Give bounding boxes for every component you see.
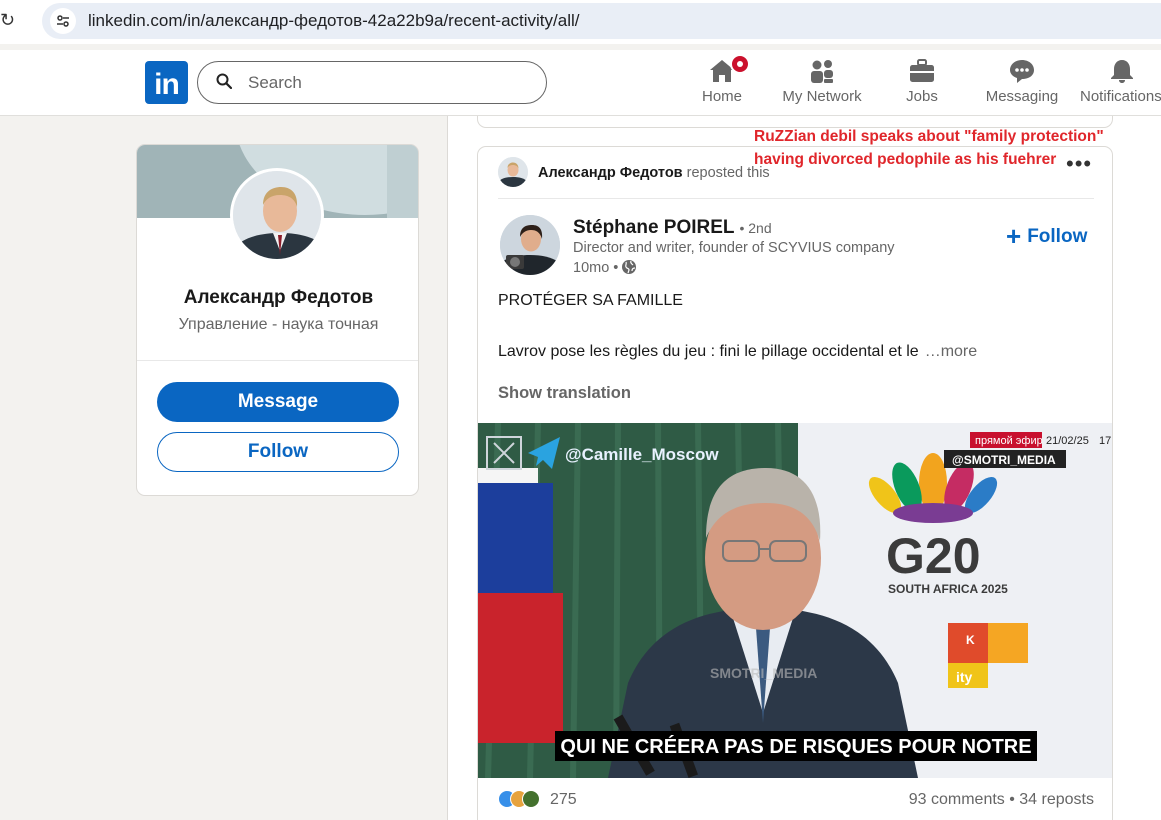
notification-badge — [730, 54, 750, 74]
message-button[interactable]: Message — [157, 382, 399, 422]
nav-label: My Network — [782, 88, 862, 105]
post-time: 10mo • — [573, 259, 637, 276]
divider — [137, 360, 418, 361]
video-subtitle: QUI NE CRÉERA PAS DE RISQUES POUR NOTRE — [560, 735, 1031, 758]
see-more-link[interactable]: …more — [925, 343, 977, 360]
briefcase-icon — [910, 59, 934, 82]
nav-messaging[interactable]: Messaging — [985, 58, 1059, 105]
comments-reposts-count[interactable]: 93 comments • 34 reposts — [909, 791, 1094, 809]
plus-icon: + — [1006, 221, 1022, 251]
nav-label: Notifications — [1080, 88, 1161, 105]
social-counts: 275 93 comments • 34 reposts — [498, 789, 1094, 811]
backdrop-subtitle: SOUTH AFRICA 2025 — [888, 582, 1008, 596]
linkedin-logo[interactable]: in — [145, 61, 188, 104]
search-input[interactable] — [248, 72, 528, 94]
top-nav: in Home My Network Jobs Messaging Notifi… — [0, 50, 1161, 116]
nav-label: Messaging — [985, 88, 1059, 105]
author-title: Director and writer, founder of SCYVIUS … — [573, 240, 895, 256]
address-bar[interactable]: linkedin.com/in/александр-федотов-42a22b… — [42, 3, 1161, 39]
profile-name[interactable]: Александр Федотов — [137, 287, 418, 309]
profile-card: Александр Федотов Управление - наука точ… — [136, 144, 419, 496]
url-text[interactable]: linkedin.com/in/александр-федотов-42a22b… — [88, 11, 580, 31]
show-translation-button[interactable]: Show translation — [498, 384, 631, 403]
annotation-line: having divorced pedophile as his fuehrer — [754, 151, 1057, 168]
avatar[interactable] — [498, 157, 528, 187]
feed-post: Александр Федотов reposted this ••• Stép… — [477, 146, 1113, 820]
nav-label: Jobs — [906, 88, 938, 105]
celebrate-reaction-icon — [522, 790, 540, 808]
post-video[interactable]: G20 SOUTH AFRICA 2025 K ity @Camille_Mos… — [478, 423, 1113, 778]
author-avatar[interactable] — [500, 215, 560, 275]
profile-headline: Управление - наука точная — [178, 316, 379, 333]
connection-degree: • 2nd — [739, 220, 772, 236]
divider — [498, 198, 1094, 199]
follow-button[interactable]: Follow — [157, 432, 399, 472]
nav-notifications[interactable]: Notifications — [1080, 58, 1161, 105]
backdrop-title: G20 — [886, 528, 981, 584]
video-handle: @Camille_Moscow — [565, 445, 719, 464]
nav-home[interactable]: Home — [700, 54, 750, 105]
network-icon — [811, 60, 833, 83]
avatar[interactable] — [230, 168, 324, 262]
video-watermark: SMOTRI_MEDIA — [710, 665, 817, 681]
search-box[interactable] — [197, 61, 547, 104]
post-text: Lavrov pose les règles du jeu : fini le … — [498, 343, 978, 360]
globe-icon — [622, 260, 637, 274]
messaging-icon — [1010, 60, 1034, 83]
backdrop-fragment: ity — [956, 669, 973, 685]
reload-icon[interactable]: ↻ — [0, 10, 15, 31]
nav-label: Home — [701, 88, 742, 105]
author-name[interactable]: Stéphane POIREL • 2nd — [573, 217, 772, 239]
video-time: 17: — [1099, 435, 1113, 447]
post-text: PROTÉGER SA FAMILLE — [498, 292, 683, 309]
annotation-line: RuZZian debil speaks about "family prote… — [754, 128, 1104, 145]
reaction-count[interactable]: 275 — [550, 791, 577, 809]
backdrop-fragment: K — [966, 633, 975, 647]
repost-text: Александр Федотов reposted this — [538, 165, 770, 181]
site-info-icon[interactable] — [50, 8, 76, 34]
video-date: 21/02/25 — [1046, 435, 1089, 447]
search-icon — [216, 73, 232, 89]
repost-author[interactable]: Александр Федотов — [538, 165, 683, 181]
nav-my-network[interactable]: My Network — [779, 58, 865, 105]
live-badge: прямой эфир — [975, 435, 1043, 447]
nav-jobs[interactable]: Jobs — [900, 58, 944, 105]
bell-icon — [1111, 60, 1133, 83]
follow-author-button[interactable]: + Follow — [1006, 221, 1087, 252]
annotation-overlay: RuZZian debil speaks about "family prote… — [754, 125, 1104, 171]
browser-bar: ↻ linkedin.com/in/александр-федотов-42a2… — [0, 0, 1161, 44]
channel-label: @SMOTRI_MEDIA — [952, 453, 1056, 467]
